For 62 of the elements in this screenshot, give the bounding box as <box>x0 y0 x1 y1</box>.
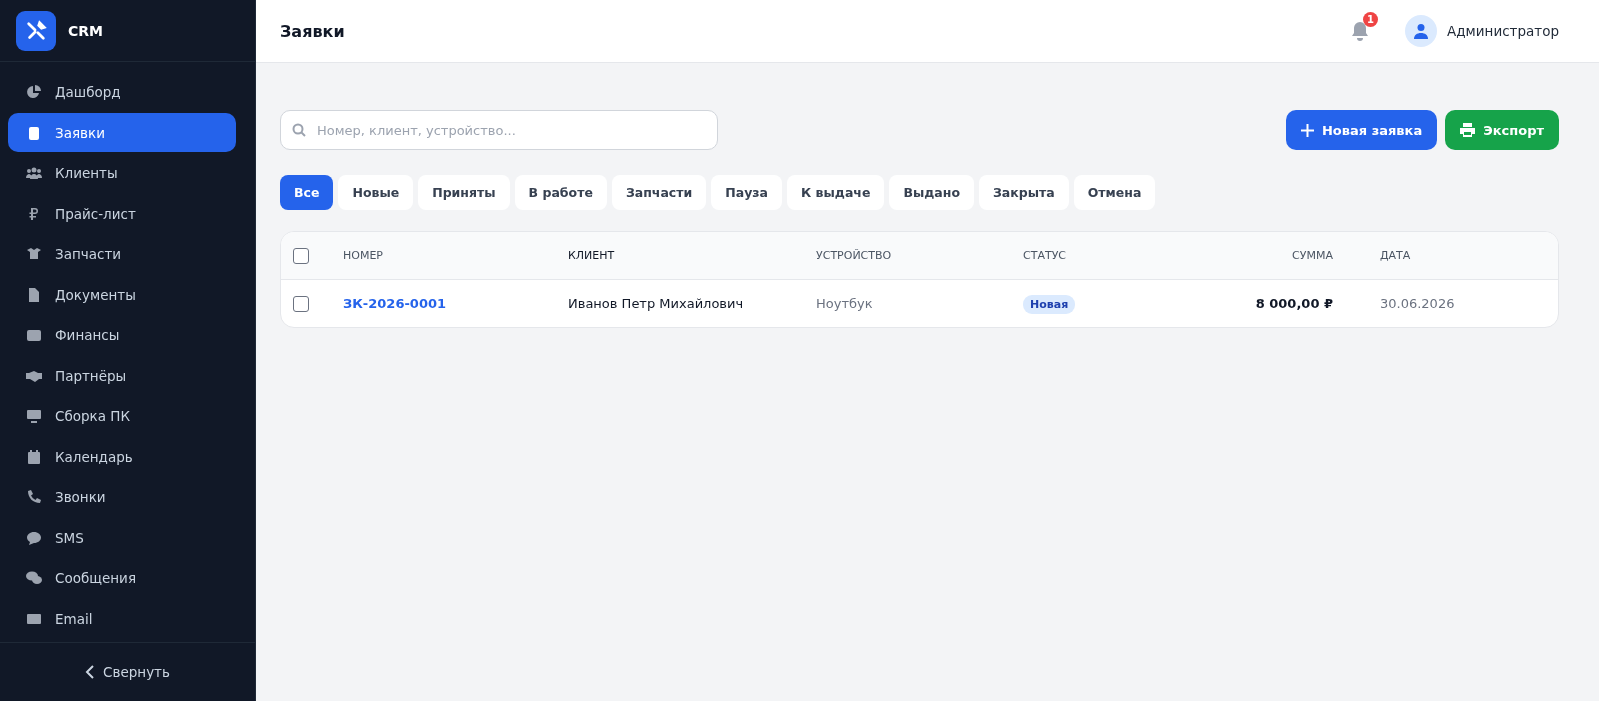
client-cell: Иванов Петр Михайлович <box>568 296 744 311</box>
page-title: Заявки <box>280 21 345 41</box>
column-header: СТАТУС <box>1023 249 1067 262</box>
avatar-icon <box>1405 15 1438 47</box>
column-header: КЛИЕНТ <box>568 249 615 262</box>
filter-tab[interactable]: К выдаче <box>787 175 885 210</box>
sum-cell: 8 000,00 ₽ <box>1255 296 1333 311</box>
sidebar-item[interactable]: Прайс-лист <box>8 194 236 234</box>
request-number-link[interactable]: ЗК-2026-0001 <box>343 296 447 311</box>
document-icon <box>26 286 42 303</box>
filter-tab[interactable]: Все <box>280 175 334 210</box>
chevron-left-icon <box>85 665 96 680</box>
pie-chart-icon <box>26 84 42 101</box>
date-cell: 30.06.2026 <box>1380 296 1455 311</box>
filter-tab[interactable]: В работе <box>514 175 607 210</box>
filter-tab[interactable]: Отмена <box>1073 175 1156 210</box>
device-cell: Ноутбук <box>816 296 873 311</box>
notification-count: 1 <box>1363 12 1379 27</box>
plus-icon <box>1301 123 1314 137</box>
sidebar-item[interactable]: Клиенты <box>8 153 236 193</box>
sidebar-item[interactable]: Календарь <box>8 437 236 477</box>
row-checkbox[interactable] <box>293 295 309 312</box>
users-icon <box>26 165 42 182</box>
notifications-button[interactable]: 1 <box>1342 12 1379 50</box>
column-header: НОМЕР <box>343 249 383 262</box>
filter-tab[interactable]: Закрыта <box>979 175 1069 210</box>
search-field[interactable]: Номер, клиент, устройство... <box>280 110 718 150</box>
calendar-icon <box>26 448 42 465</box>
speech-bubble-icon <box>26 529 42 546</box>
sidebar-item[interactable]: Финансы <box>8 315 236 355</box>
clipboard-icon <box>26 124 42 141</box>
filter-tab[interactable]: Запчасти <box>611 175 707 210</box>
user-menu[interactable]: Администратор <box>1405 15 1559 47</box>
logo-icon <box>16 10 56 51</box>
filter-tab[interactable]: Новые <box>338 175 414 210</box>
filter-tab[interactable]: Выдано <box>889 175 974 210</box>
filter-tab[interactable]: Пауза <box>711 175 782 210</box>
column-header: ДАТА <box>1380 249 1411 262</box>
filter-tab[interactable]: Приняты <box>418 175 510 210</box>
sidebar-item[interactable]: Звонки <box>8 477 236 517</box>
select-all-checkbox[interactable] <box>293 247 309 264</box>
column-header: СУММА <box>1292 249 1333 262</box>
chat-icon <box>26 570 42 587</box>
monitor-icon <box>26 408 42 425</box>
sidebar-item[interactable]: Сообщения <box>8 558 236 598</box>
collapse-button[interactable]: Свернуть <box>85 664 170 681</box>
sidebar-item[interactable]: Партнёры <box>8 356 236 396</box>
phone-icon <box>26 489 42 506</box>
sidebar-item[interactable]: Заявки <box>8 113 236 153</box>
sidebar-item[interactable]: Запчасти <box>8 234 236 274</box>
sidebar-item[interactable]: Документы <box>8 275 236 315</box>
status-badge: Новая <box>1023 295 1076 314</box>
sidebar-item[interactable]: Сборка ПК <box>8 396 236 436</box>
app-name: CRM <box>68 22 103 39</box>
wallet-icon <box>26 327 42 344</box>
sidebar-item[interactable]: Дашборд <box>8 72 236 112</box>
bell-icon <box>1351 21 1370 41</box>
column-header: УСТРОЙСТВО <box>816 249 892 262</box>
printer-icon <box>1460 123 1476 137</box>
new-request-button[interactable]: Новая заявка <box>1286 110 1438 150</box>
sidebar-item[interactable]: Email <box>8 599 236 639</box>
sidebar-item[interactable]: SMS <box>8 518 236 558</box>
